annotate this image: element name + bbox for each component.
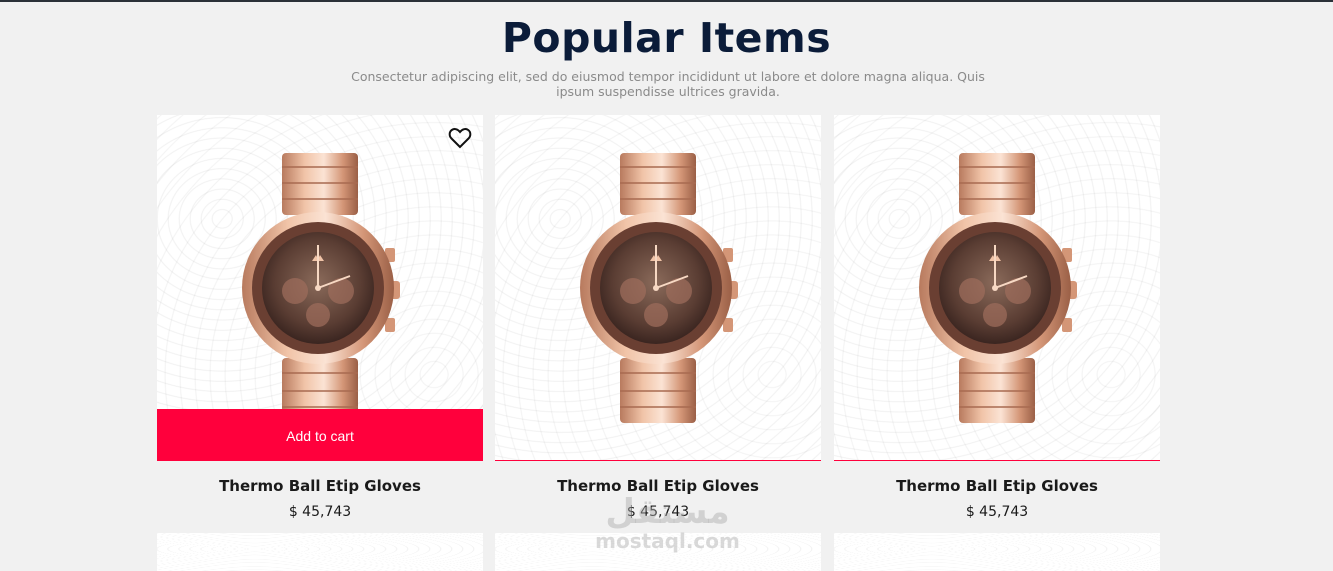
watermark-arabic: مستقل: [605, 492, 730, 532]
product-card[interactable]: Thermo Ball Etip Gloves $ 45,743: [495, 115, 821, 520]
watch-image: [240, 153, 400, 423]
product-image[interactable]: [834, 115, 1160, 461]
card-accent-line: [834, 460, 1160, 461]
product-card[interactable]: Thermo Ball Etip Gloves $ 45,743: [834, 115, 1160, 520]
product-name[interactable]: Thermo Ball Etip Gloves: [834, 477, 1160, 495]
section-title: Popular Items: [501, 14, 832, 62]
product-card-partial[interactable]: [834, 533, 1160, 571]
watch-image: [917, 153, 1077, 423]
watermark: مستقل mostaql.com: [590, 494, 745, 552]
card-accent-line: [495, 460, 821, 461]
product-image[interactable]: [495, 115, 821, 461]
product-card-partial[interactable]: [157, 533, 483, 571]
watermark-latin: mostaql.com: [595, 529, 740, 553]
product-price: $ 45,743: [965, 504, 1029, 520]
product-image[interactable]: Add to cart: [157, 115, 483, 461]
section-subtitle: Consectetur adipiscing elit, sed do eius…: [351, 69, 985, 99]
product-name[interactable]: Thermo Ball Etip Gloves: [157, 477, 483, 495]
top-border: [0, 0, 1333, 2]
add-to-cart-button[interactable]: Add to cart: [157, 409, 483, 461]
watch-image: [578, 153, 738, 423]
heart-outline-icon[interactable]: [448, 127, 472, 149]
product-price: $ 45,743: [288, 504, 352, 520]
product-card[interactable]: Add to cart Thermo Ball Etip Gloves $ 45…: [157, 115, 483, 520]
